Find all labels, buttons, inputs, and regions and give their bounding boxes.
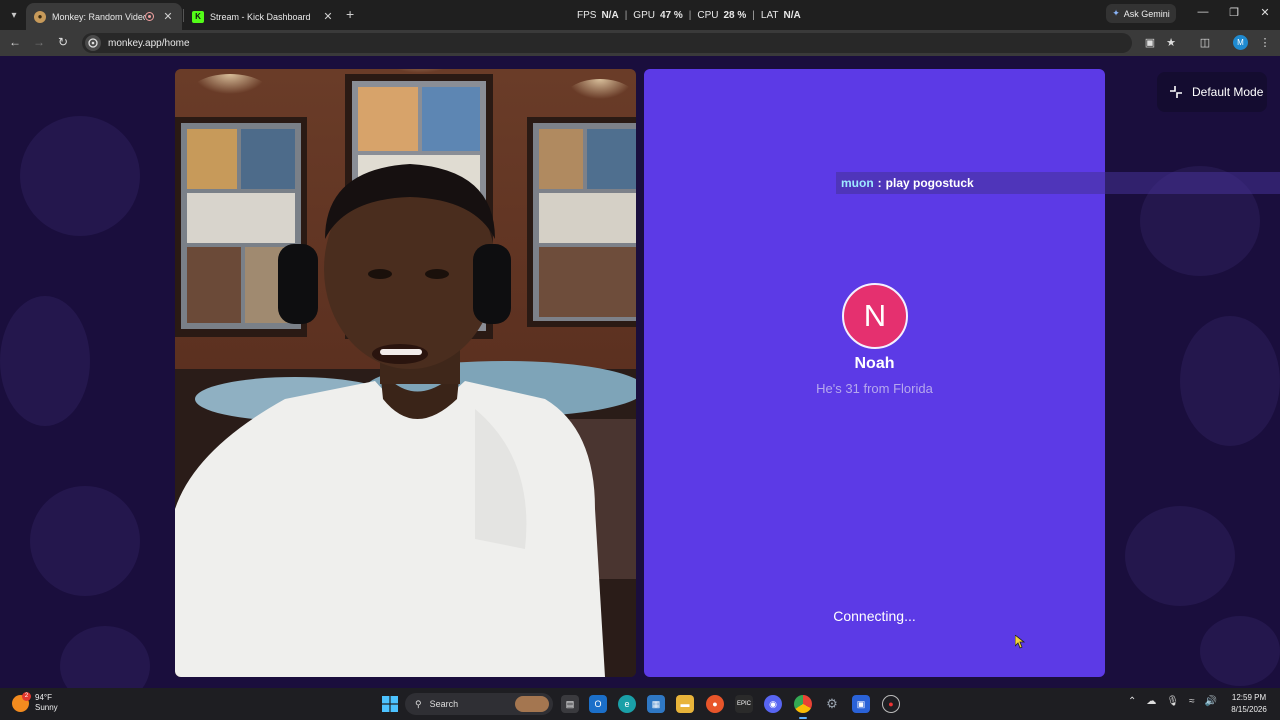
self-video-feed — [175, 69, 636, 677]
connection-status: Connecting... — [833, 608, 916, 624]
perf-value: N/A — [601, 10, 619, 21]
partner-video-panel: N Noah He's 31 from Florida Connecting..… — [644, 69, 1105, 677]
new-tab-button[interactable]: + — [346, 6, 354, 22]
more-menu-icon[interactable]: ⋮ — [1258, 36, 1272, 49]
discord-icon[interactable]: ◉ — [764, 695, 782, 713]
onedrive-icon[interactable]: ☁ — [1146, 696, 1156, 707]
forward-button[interactable]: → — [31, 35, 47, 49]
tab-title: Stream - Kick Dashboard — [210, 11, 311, 22]
background-decoration — [1180, 316, 1280, 446]
outlook-icon[interactable]: O — [589, 695, 607, 713]
tab-title: Monkey: Random Video Ch — [52, 11, 145, 22]
perf-separator: | — [688, 10, 692, 21]
perf-separator: | — [624, 10, 628, 21]
recording-app-icon[interactable]: ● — [882, 695, 900, 713]
clock-time: 12:59 PM — [1231, 693, 1267, 702]
search-highlight-image — [515, 696, 549, 712]
minimize-button[interactable]: — — [1196, 6, 1210, 18]
recording-indicator-icon — [145, 12, 154, 21]
kick-favicon-icon: K — [192, 10, 204, 23]
microphone-icon[interactable]: 🎙 — [1166, 696, 1179, 707]
perf-label: LAT — [760, 10, 779, 21]
tab-monkey[interactable]: ● Monkey: Random Video Ch ✕ — [26, 3, 182, 30]
windows-taskbar: 2 94°F Sunny ⚲ Search ▤ O e ▦ ▬ ● EPIC ◉… — [0, 688, 1280, 720]
app-icon[interactable]: ▣ — [852, 695, 870, 713]
chrome-icon[interactable] — [794, 695, 812, 713]
collapse-icon — [1170, 86, 1182, 98]
perf-label: GPU — [633, 10, 655, 21]
sun-icon: 2 — [12, 691, 31, 712]
extensions-icon[interactable]: ◫ — [1198, 36, 1212, 49]
perf-value: 28 % — [723, 10, 747, 21]
perf-value: 47 % — [659, 10, 683, 21]
default-mode-button[interactable]: Default Mode — [1157, 72, 1267, 112]
browser-tab-bar: ▾ ● Monkey: Random Video Ch ✕ K Stream -… — [0, 0, 1280, 30]
chat-separator: : — [877, 176, 882, 190]
store-icon[interactable]: ▦ — [647, 695, 665, 713]
system-tray: ⌃ ☁ 🎙 ≈ 🔊 — [1128, 696, 1217, 707]
address-bar[interactable]: monkey.app/home — [82, 33, 1132, 53]
chat-message-text: play pogostuck — [885, 176, 974, 190]
search-placeholder: Search — [429, 699, 459, 709]
mode-label: Default Mode — [1192, 85, 1264, 99]
perf-label: CPU — [697, 10, 719, 21]
ask-gemini-button[interactable]: ✦ Ask Gemini — [1106, 4, 1176, 23]
performance-overlay: FPS N/A | GPU 47 % | CPU 28 % | LAT N/A — [577, 10, 807, 21]
background-decoration — [1200, 616, 1280, 686]
webcam-image — [175, 69, 636, 677]
perf-label: FPS — [577, 10, 597, 21]
wifi-icon[interactable]: ≈ — [1189, 696, 1195, 707]
tab-close-icon[interactable]: ✕ — [322, 10, 334, 23]
file-explorer-icon[interactable]: ▬ — [676, 695, 694, 713]
background-decoration — [20, 116, 140, 236]
background-decoration — [30, 486, 140, 596]
perf-value: N/A — [783, 10, 801, 21]
background-decoration — [1125, 506, 1235, 606]
active-app-indicator — [799, 717, 807, 719]
tab-kick-dashboard[interactable]: K Stream - Kick Dashboard ✕ — [184, 3, 342, 30]
taskbar-search[interactable]: ⚲ Search — [405, 693, 553, 715]
taskbar-clock[interactable]: 12:59 PM 8/15/2026 — [1224, 692, 1274, 716]
close-window-button[interactable]: ✕ — [1258, 6, 1272, 19]
weather-widget[interactable]: 2 94°F Sunny — [12, 691, 58, 713]
volume-icon[interactable]: 🔊 — [1205, 696, 1217, 707]
chat-message-overlay: muon : play pogostuck — [836, 172, 1280, 194]
gemini-label: Ask Gemini — [1123, 8, 1170, 19]
restore-button[interactable]: ❐ — [1227, 6, 1241, 19]
search-icon: ⚲ — [415, 698, 422, 709]
partner-info: He's 31 from Florida — [816, 381, 933, 396]
gemini-sparkle-icon: ✦ — [1112, 8, 1120, 18]
task-view-icon[interactable]: ▤ — [561, 695, 579, 713]
chevron-up-icon[interactable]: ⌃ — [1128, 696, 1136, 707]
partner-name: Noah — [854, 355, 895, 372]
site-info-icon[interactable] — [85, 35, 101, 51]
chat-username: muon — [841, 176, 874, 190]
mouse-cursor-icon — [1015, 635, 1025, 649]
background-decoration — [60, 626, 150, 688]
weather-condition: Sunny — [35, 703, 58, 712]
back-button[interactable]: ← — [7, 35, 23, 49]
settings-icon[interactable]: ⚙ — [823, 695, 841, 713]
tab-close-icon[interactable]: ✕ — [162, 10, 174, 23]
browser-toolbar: ← → ↻ monkey.app/home ▣ ★ ◫ M ⋮ — [0, 30, 1280, 56]
install-app-icon[interactable]: ▣ — [1143, 36, 1157, 49]
start-button[interactable] — [381, 695, 399, 713]
epic-games-icon[interactable]: EPIC — [735, 695, 753, 713]
weather-temp: 94°F — [35, 693, 52, 702]
profile-avatar[interactable]: M — [1233, 35, 1248, 50]
notification-badge: 2 — [22, 691, 31, 701]
bookmark-star-icon[interactable]: ★ — [1164, 36, 1178, 49]
monkey-favicon-icon: ● — [34, 10, 46, 23]
clock-date: 8/15/2026 — [1231, 705, 1267, 714]
monkey-page: N Noah He's 31 from Florida Connecting..… — [0, 56, 1280, 688]
reload-button[interactable]: ↻ — [55, 35, 71, 49]
perf-separator: | — [752, 10, 755, 21]
background-decoration — [0, 296, 90, 426]
edge-icon[interactable]: e — [618, 695, 636, 713]
partner-avatar: N — [842, 283, 908, 349]
url-text: monkey.app/home — [108, 37, 190, 49]
poster-right — [527, 117, 636, 327]
firefox-icon[interactable]: ● — [706, 695, 724, 713]
tab-search-menu-icon[interactable]: ▾ — [4, 5, 24, 25]
